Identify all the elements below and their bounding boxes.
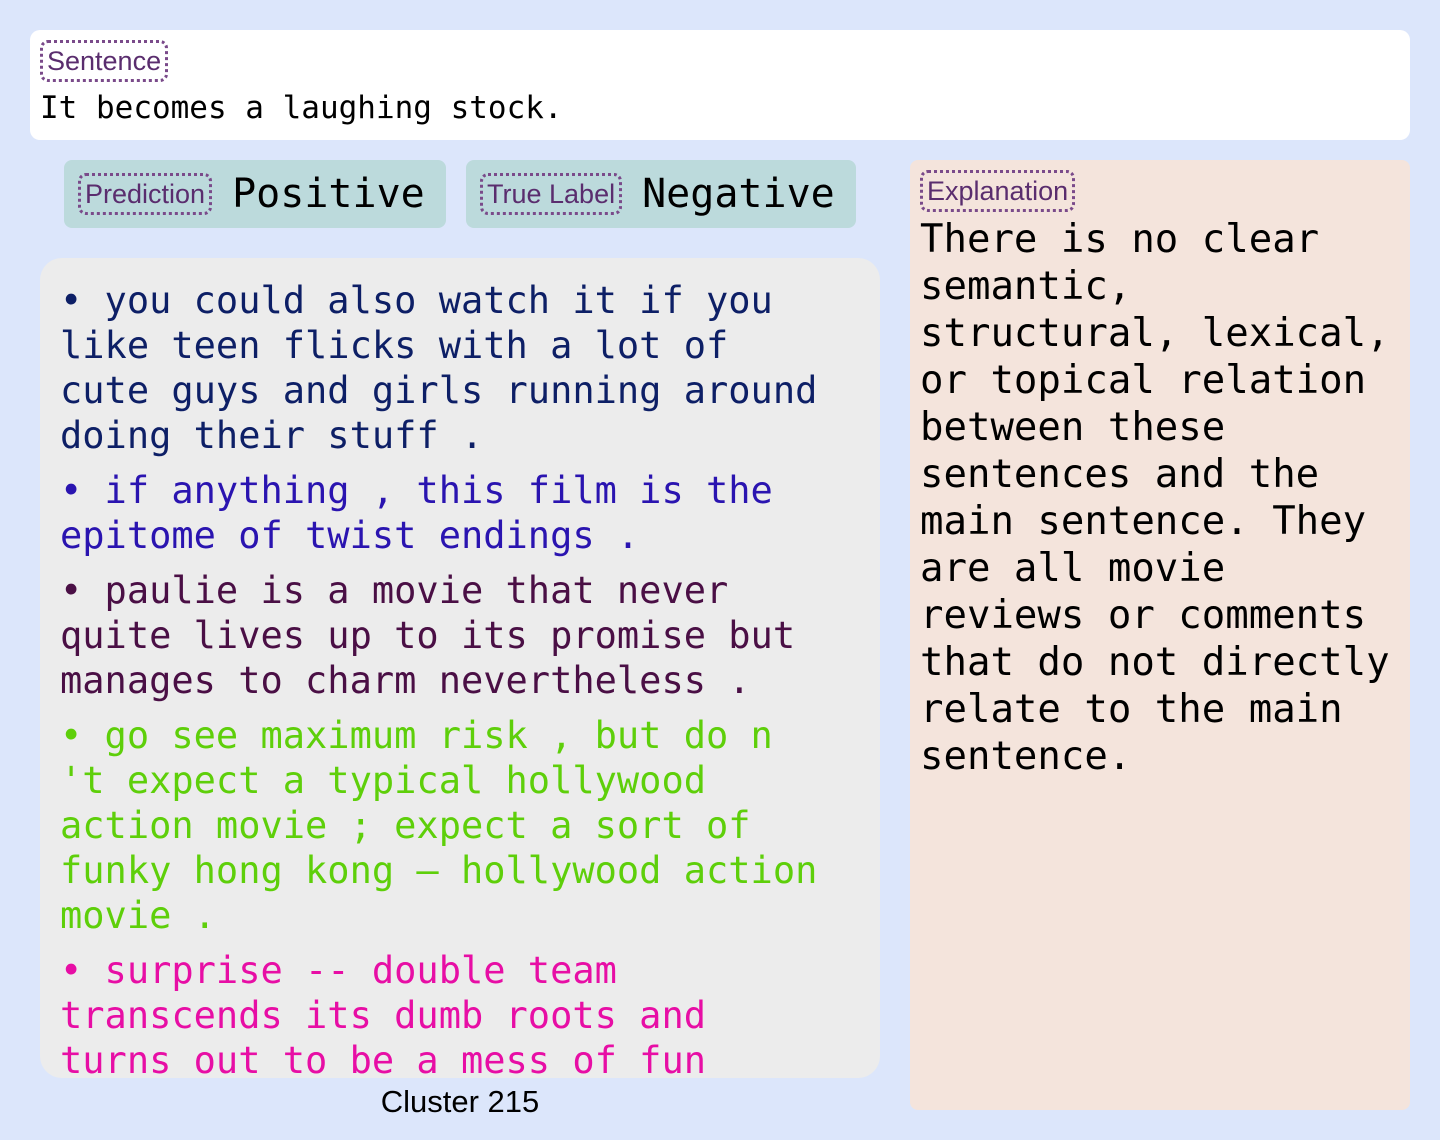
- cluster-caption: Cluster 215: [380, 1084, 540, 1119]
- sentence-tag: Sentence: [40, 40, 169, 82]
- sentence-text: It becomes a laughing stock.: [40, 90, 563, 126]
- explanation-panel: Explanation There is no clear semantic, …: [910, 160, 1410, 1110]
- true-label-box: True Label Negative: [466, 160, 856, 228]
- cluster-panel[interactable]: • you could also watch it if you like te…: [40, 258, 880, 1078]
- sentence-panel: Sentence It becomes a laughing stock.: [30, 30, 1410, 140]
- cluster-item: • go see maximum risk , but do n 't expe…: [60, 714, 818, 937]
- cluster-item: • paulie is a movie that never quite liv…: [60, 569, 796, 702]
- cluster-item: • you could also watch it if you like te…: [60, 279, 818, 457]
- prediction-box: Prediction Positive: [64, 160, 446, 228]
- true-label-tag: True Label: [480, 173, 623, 215]
- prediction-tag: Prediction: [78, 173, 213, 215]
- explanation-text: There is no clear semantic, structural, …: [920, 217, 1390, 779]
- cluster-item: • if anything , this film is the epitome…: [60, 469, 773, 557]
- explanation-tag: Explanation: [920, 170, 1076, 212]
- true-label-value: Negative: [642, 171, 835, 217]
- cluster-item: • surprise -- double team transcends its…: [60, 949, 707, 1078]
- prediction-value: Positive: [232, 171, 425, 217]
